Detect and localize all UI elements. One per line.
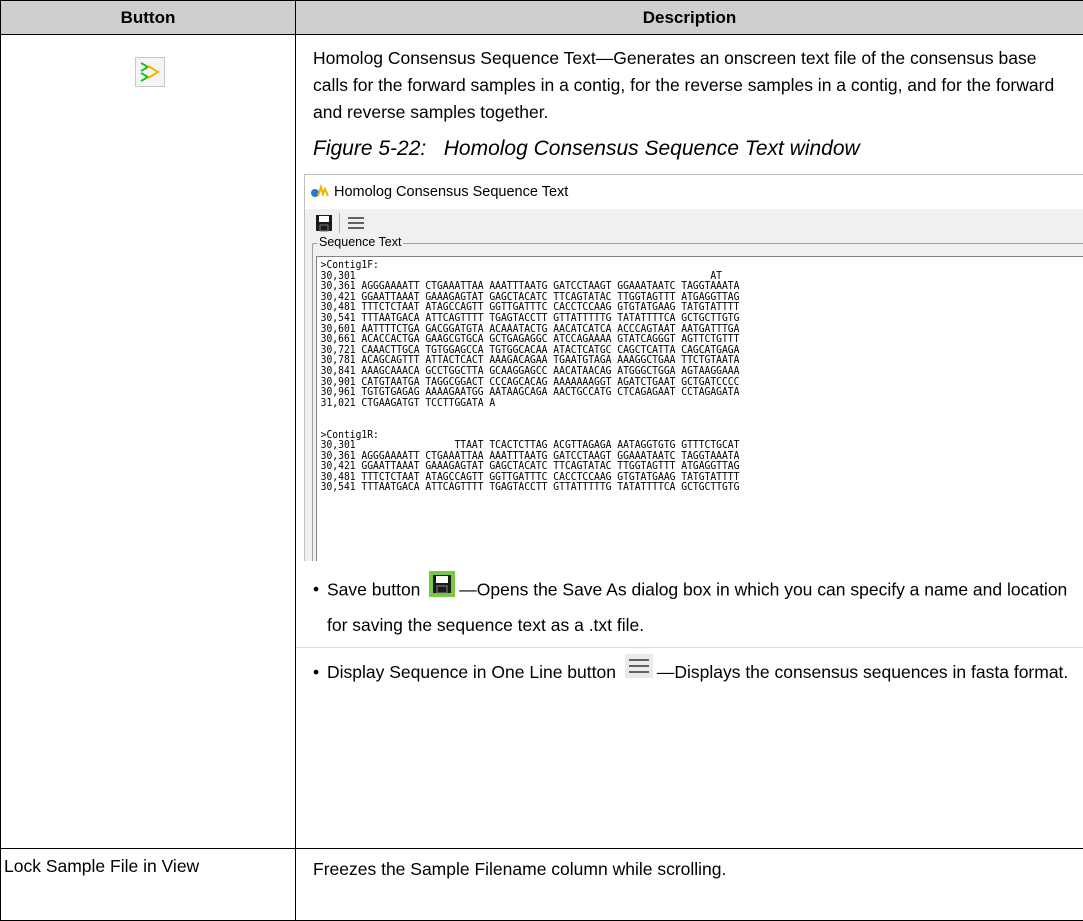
one-line-icon[interactable] [345, 212, 367, 234]
bullet-dot: • [313, 573, 319, 605]
window-toolbar [305, 209, 1083, 237]
save-icon[interactable] [313, 212, 335, 234]
save-icon [429, 571, 455, 607]
button-cell [1, 35, 296, 849]
oneline-bullet-label: Display Sequence in One Line button [327, 662, 616, 682]
list-item: • Save button —Opens the Save As dialog … [296, 561, 1083, 641]
window-titlebar: Homolog Consensus Sequence Text [305, 175, 1083, 209]
homolog-window-screenshot: Homolog Consensus Sequence Text [304, 174, 1083, 561]
table-header-row: Button Description [1, 1, 1083, 35]
sequence-text-area[interactable]: >Contig1F: 30,301 AT 30,361 AGGGAAAATT C… [316, 256, 1083, 561]
save-bullet-label: Save button [327, 580, 420, 600]
figure-caption: Figure 5-22: Homolog Consensus Sequence … [296, 126, 1083, 174]
homolog-description: Homolog Consensus Sequence Text—Generate… [296, 35, 1073, 126]
homolog-consensus-icon [135, 57, 165, 87]
oneline-bullet-text: —Displays the consensus sequences in fas… [657, 662, 1068, 682]
column-header-button: Button [1, 1, 296, 35]
sequence-text: >Contig1F: 30,301 AT 30,361 AGGGAAAATT C… [317, 257, 1040, 493]
column-header-description: Description [296, 1, 1083, 35]
description-cell: Homolog Consensus Sequence Text—Generate… [296, 35, 1083, 849]
toolbar-separator [339, 213, 340, 233]
sequence-text-group: Sequence Text >Contig1F: 30,301 AT 30,36… [312, 243, 1083, 561]
group-label: Sequence Text [317, 235, 403, 249]
description-cell-lock: Freezes the Sample Filename column while… [296, 849, 1083, 921]
table-row: Lock Sample File in View Freezes the Sam… [1, 849, 1083, 921]
window-title: Homolog Consensus Sequence Text [334, 184, 568, 200]
table-row: Homolog Consensus Sequence Text—Generate… [1, 35, 1083, 849]
button-bullets: • Save button —Opens the Save As dialog … [296, 561, 1083, 690]
button-description-table: Button Description Homolog Consensus Seq… [0, 0, 1083, 921]
list-item: • Display Sequence in One Line button —D… [296, 647, 1083, 690]
one-line-icon [625, 654, 653, 688]
app-icon [310, 184, 330, 200]
bullet-dot: • [313, 656, 319, 688]
button-cell-lock: Lock Sample File in View [1, 849, 296, 921]
